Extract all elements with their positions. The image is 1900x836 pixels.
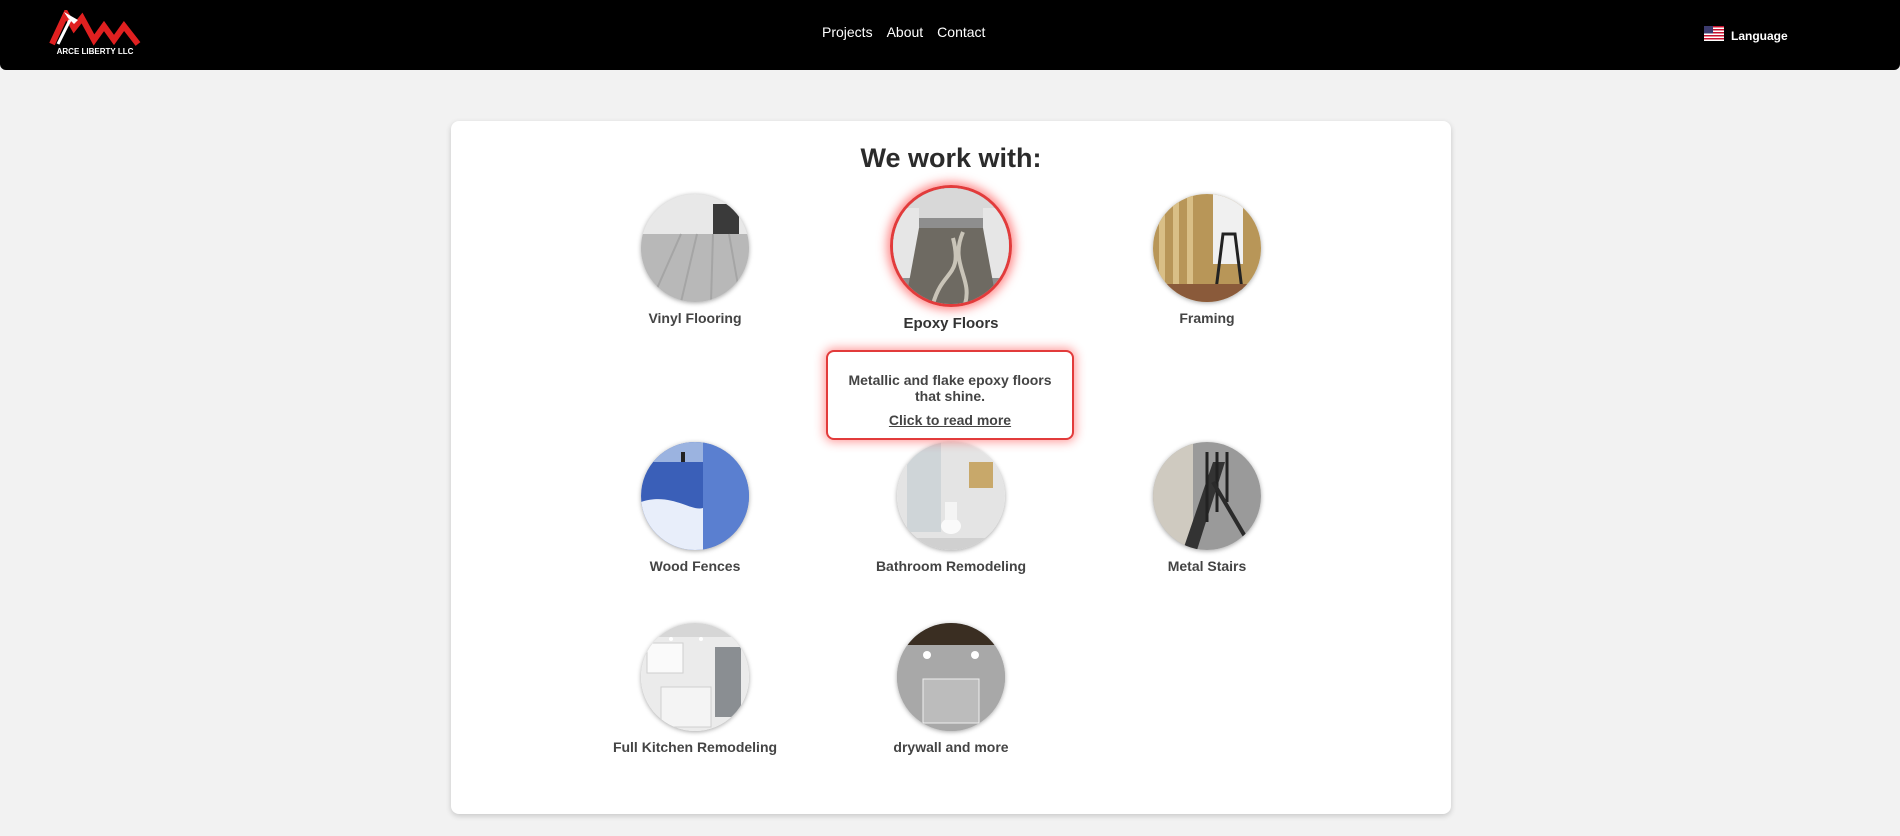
nav-projects-link[interactable]: Projects — [822, 24, 873, 40]
full-kitchen-remodeling-photo — [641, 623, 749, 731]
service-label: Vinyl Flooring — [648, 310, 742, 326]
wood-fences-photo — [641, 442, 749, 550]
service-label: Epoxy Floors — [903, 315, 999, 332]
service-label: Wood Fences — [649, 558, 741, 574]
service-metal-stairs[interactable]: Metal Stairs — [1087, 442, 1327, 574]
metal-stairs-photo — [1153, 442, 1261, 550]
service-bathroom-remodeling[interactable]: Bathroom Remodeling — [831, 442, 1071, 574]
drywall-and-more-photo — [897, 623, 1005, 731]
arce-liberty-logo[interactable]: ARCE LIBERTY LLC — [46, 10, 144, 56]
epoxy-floors-photo — [890, 185, 1012, 307]
vinyl-flooring-photo — [641, 194, 749, 302]
services-card: We work with: Vinyl Flooring Epoxy Floor… — [451, 121, 1451, 814]
svg-text:ARCE LIBERTY LLC: ARCE LIBERTY LLC — [57, 47, 134, 56]
language-label: Language — [1731, 29, 1788, 43]
language-selector[interactable]: Language — [1704, 26, 1788, 46]
service-vinyl-flooring[interactable]: Vinyl Flooring — [575, 194, 815, 326]
service-framing[interactable]: Framing — [1087, 194, 1327, 326]
bathroom-remodeling-photo — [897, 442, 1005, 550]
nav-contact-link[interactable]: Contact — [937, 24, 985, 40]
service-epoxy-floors[interactable]: Epoxy Floors — [831, 185, 1071, 332]
read-more-link[interactable]: Click to read more — [889, 412, 1011, 428]
service-label: Full Kitchen Remodeling — [612, 739, 778, 755]
epoxy-floors-tooltip: Metallic and flake epoxy floors that shi… — [826, 350, 1074, 440]
top-navigation-bar: ARCE LIBERTY LLC Projects About Contact … — [0, 0, 1900, 70]
service-full-kitchen-remodeling[interactable]: Full Kitchen Remodeling — [575, 623, 815, 755]
main-nav: Projects About Contact — [822, 24, 985, 40]
service-drywall-and-more[interactable]: drywall and more — [831, 623, 1071, 755]
us-flag-icon — [1704, 26, 1724, 46]
nav-about-link[interactable]: About — [887, 24, 924, 40]
service-label: Metal Stairs — [1167, 558, 1247, 574]
service-label: Framing — [1179, 310, 1235, 326]
service-label: drywall and more — [893, 739, 1009, 755]
service-wood-fences[interactable]: Wood Fences — [575, 442, 815, 574]
services-title: We work with: — [860, 143, 1042, 173]
framing-photo — [1153, 194, 1261, 302]
tooltip-description: Metallic and flake epoxy floors that shi… — [848, 372, 1052, 404]
service-label: Bathroom Remodeling — [875, 558, 1027, 574]
